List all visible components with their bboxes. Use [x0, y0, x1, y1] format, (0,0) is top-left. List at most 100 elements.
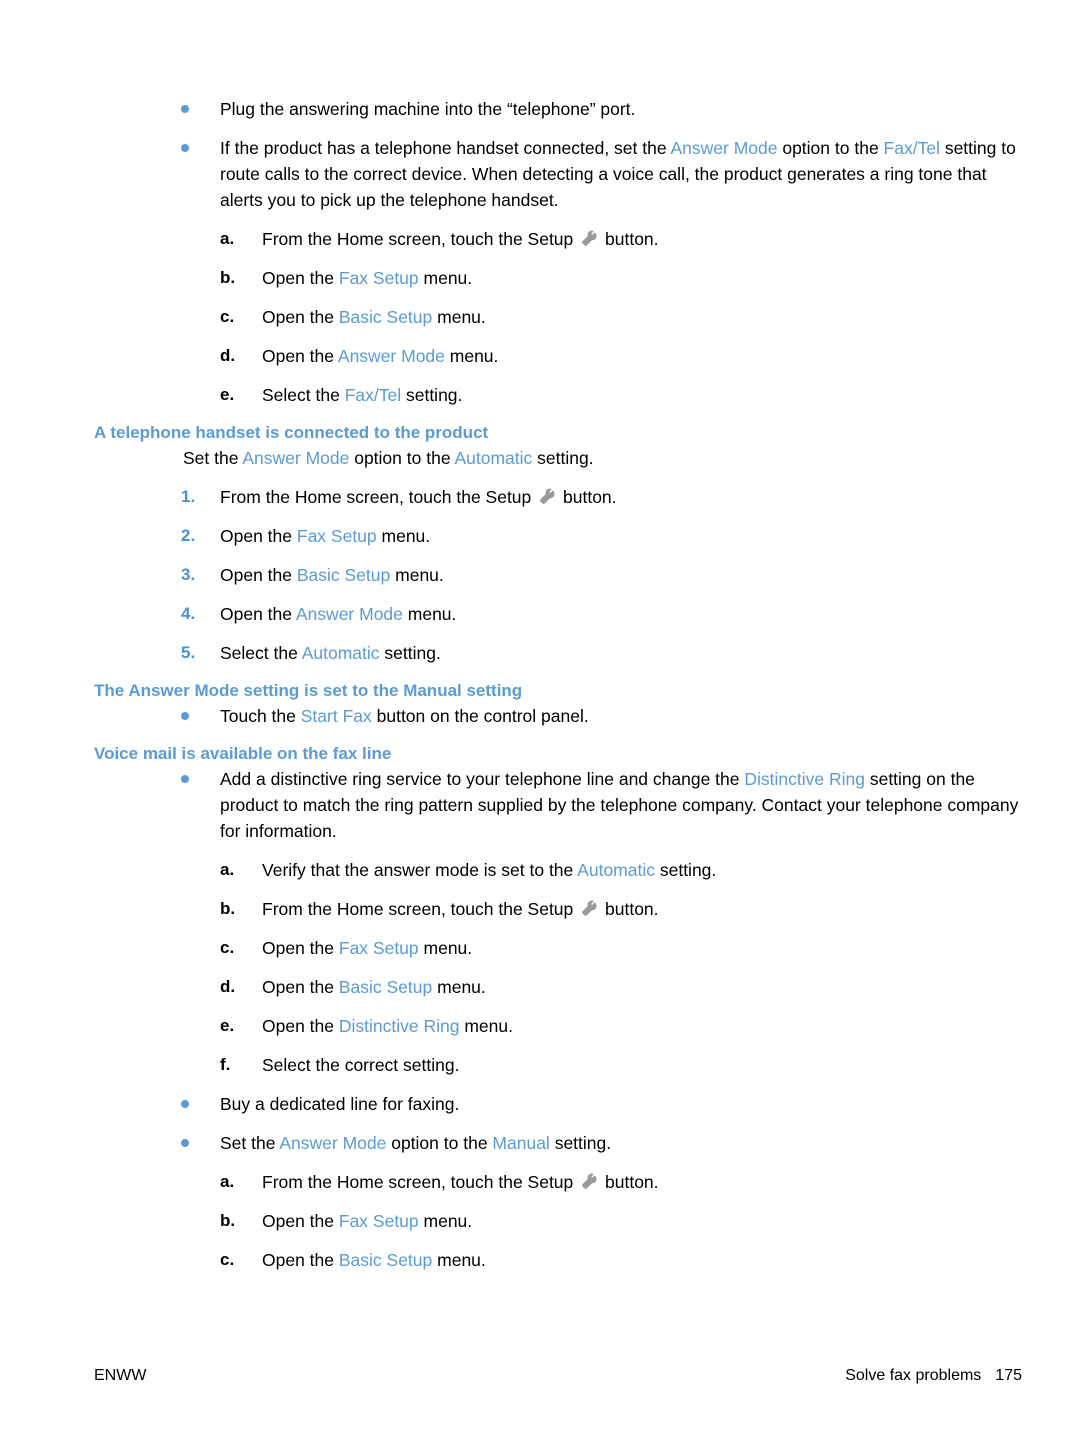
list-item-text-part: button on the control panel.	[371, 706, 589, 726]
step-item: d. Open the Basic Setup menu.	[0, 974, 1080, 1000]
list-item-text: Buy a dedicated line for faxing.	[220, 1094, 460, 1114]
ui-term-automatic: Automatic	[301, 643, 380, 663]
wrench-icon	[580, 230, 598, 248]
ui-term-fax-tel: Fax/Tel	[883, 138, 940, 158]
ui-term-answer-mode: Answer Mode	[279, 1133, 387, 1153]
step-text-part: setting.	[401, 385, 463, 405]
step-marker: e.	[220, 385, 235, 404]
ui-term-distinctive-ring: Distinctive Ring	[744, 769, 865, 789]
step-text-part: Open the	[262, 268, 339, 288]
step-text-part: Open the	[262, 1250, 339, 1270]
step-number: 4.	[181, 604, 196, 623]
step-item: f. Select the correct setting.	[0, 1052, 1080, 1078]
ui-term-fax-tel: Fax/Tel	[344, 385, 402, 405]
ui-term-fax-setup: Fax Setup	[338, 1211, 419, 1231]
step-text-part: menu.	[459, 1016, 513, 1036]
document-page: Plug the answering machine into the “tel…	[0, 0, 1080, 1437]
step-text-part: Select the	[262, 385, 345, 405]
step-text-part: button.	[600, 1172, 659, 1192]
step-marker: a.	[220, 860, 235, 879]
list-item-text-part: option to the	[386, 1133, 493, 1153]
ui-term-answer-mode: Answer Mode	[242, 448, 350, 468]
list-item: Set the Answer Mode option to the Manual…	[0, 1130, 1080, 1156]
ui-term-fax-setup: Fax Setup	[338, 268, 419, 288]
step-text-part: Open the	[262, 346, 338, 366]
step-item: 2. Open the Fax Setup menu.	[0, 523, 1080, 549]
ui-term-distinctive-ring: Distinctive Ring	[338, 1016, 460, 1036]
step-text-part: menu.	[418, 268, 473, 288]
page-content: Plug the answering machine into the “tel…	[0, 96, 1080, 1286]
wrench-icon	[580, 1173, 598, 1191]
step-text-part: Open the	[262, 1211, 339, 1231]
step-text-part: From the Home screen, touch the Setup	[262, 229, 579, 249]
bullet-icon	[181, 105, 189, 113]
step-item: a. From the Home screen, touch the Setup…	[0, 226, 1080, 252]
step-item: 3. Open the Basic Setup menu.	[0, 562, 1080, 588]
bullet-icon	[181, 1139, 189, 1147]
step-number: 5.	[181, 643, 196, 662]
step-text-part: Open the	[220, 604, 296, 624]
step-text-part: From the Home screen, touch the Setup	[262, 1172, 579, 1192]
step-marker: e.	[220, 1016, 235, 1035]
step-item: a. Verify that the answer mode is set to…	[0, 857, 1080, 883]
step-text-part: From the Home screen, touch the Setup	[220, 487, 537, 507]
footer-section-title: Solve fax problems	[845, 1367, 982, 1384]
step-text-part: Open the	[262, 1016, 339, 1036]
ui-term-basic-setup: Basic Setup	[338, 1250, 433, 1270]
step-text-part: Open the	[220, 526, 297, 546]
list-item-text-part: setting.	[549, 1133, 612, 1153]
ui-term-basic-setup: Basic Setup	[338, 307, 433, 327]
step-number: 1.	[181, 487, 196, 506]
step-item: 4. Open the Answer Mode menu.	[0, 601, 1080, 627]
ui-term-fax-setup: Fax Setup	[296, 526, 377, 546]
step-item: c. Open the Fax Setup menu.	[0, 935, 1080, 961]
step-marker: d.	[220, 346, 236, 365]
ui-term-answer-mode: Answer Mode	[670, 138, 778, 158]
step-number: 2.	[181, 526, 196, 545]
step-text-part: Open the	[220, 565, 297, 585]
bullet-icon	[181, 1100, 189, 1108]
paragraph: Set the Answer Mode option to the Automa…	[0, 445, 1080, 471]
list-item: Buy a dedicated line for faxing.	[0, 1091, 1080, 1117]
step-text-part: Open the	[262, 307, 339, 327]
footer-right: Solve fax problems 175	[845, 1367, 1022, 1385]
ui-term-fax-setup: Fax Setup	[338, 938, 419, 958]
step-item: b. Open the Fax Setup menu.	[0, 265, 1080, 291]
step-item: d. Open the Answer Mode menu.	[0, 343, 1080, 369]
step-marker: f.	[220, 1055, 231, 1074]
step-text-part: menu.	[432, 977, 486, 997]
step-marker: a.	[220, 1172, 235, 1191]
step-text-part: menu.	[418, 938, 473, 958]
step-text-part: menu.	[432, 307, 486, 327]
ui-term-automatic: Automatic	[454, 448, 533, 468]
wrench-icon	[580, 900, 598, 918]
step-item: c. Open the Basic Setup menu.	[0, 304, 1080, 330]
ui-term-start-fax: Start Fax	[300, 706, 372, 726]
step-text-part: menu.	[376, 526, 431, 546]
step-text-part: setting.	[654, 860, 717, 880]
step-text-part: button.	[600, 229, 659, 249]
step-text-part: button.	[600, 899, 659, 919]
page-number: 175	[995, 1367, 1022, 1384]
list-item: Plug the answering machine into the “tel…	[0, 96, 1080, 122]
footer-left-label: ENWW	[94, 1367, 147, 1384]
step-marker: a.	[220, 229, 235, 248]
ui-term-basic-setup: Basic Setup	[338, 977, 433, 997]
paragraph-part: option to the	[349, 448, 455, 468]
bullet-icon	[181, 775, 189, 783]
wrench-icon	[538, 488, 556, 506]
list-item-text-part: If the product has a telephone handset c…	[220, 138, 671, 158]
step-marker: c.	[220, 938, 235, 957]
list-item-text: Plug the answering machine into the “tel…	[220, 99, 636, 119]
step-text-part: Open the	[262, 977, 339, 997]
step-text-part: Select the	[220, 643, 302, 663]
step-item: 5. Select the Automatic setting.	[0, 640, 1080, 666]
step-number: 3.	[181, 565, 196, 584]
paragraph-part: Set the	[183, 448, 243, 468]
step-marker: b.	[220, 899, 236, 918]
section-heading: Voice mail is available on the fax line	[94, 744, 392, 763]
step-text-part: Select the correct setting.	[262, 1055, 460, 1075]
step-marker: b.	[220, 1211, 236, 1230]
list-item-text-part: Add a distinctive ring service to your t…	[220, 769, 745, 789]
step-item: e. Select the Fax/Tel setting.	[0, 382, 1080, 408]
